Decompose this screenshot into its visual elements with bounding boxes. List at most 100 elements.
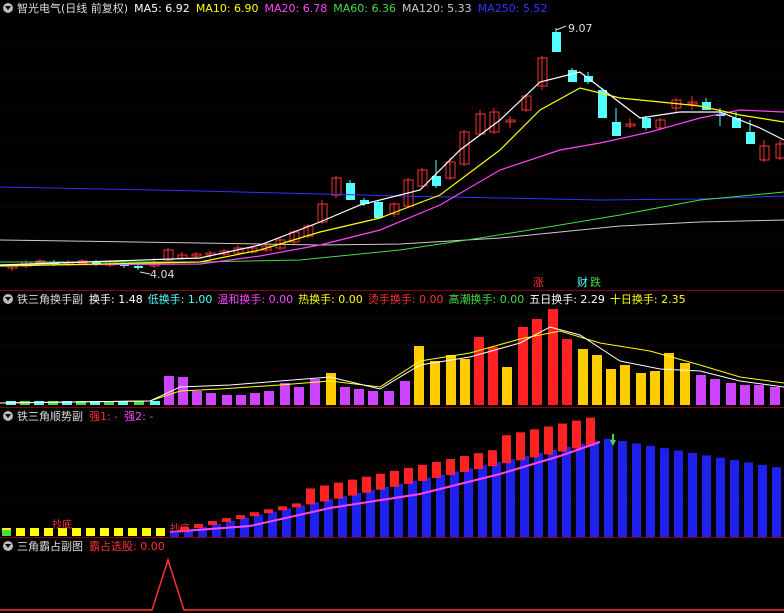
turnover-bar [192, 391, 202, 405]
turnover-header: 铁三角换手副 换手: 1.48 低换手: 1.00 温和换手: 0.00 热换手… [0, 291, 784, 307]
trend-bar [282, 508, 291, 537]
trend-bar [436, 474, 445, 537]
strength-bar [432, 461, 441, 478]
panel-menu-toggle-icon[interactable] [3, 294, 13, 304]
low-pointer [139, 271, 151, 275]
candle-body [374, 202, 383, 218]
tag-finance[interactable]: 财 [577, 274, 588, 290]
trend-bars-chart [0, 417, 784, 537]
panel-menu-toggle-icon[interactable] [3, 541, 13, 551]
trend-bar [338, 496, 347, 537]
turnover-bar [384, 391, 394, 405]
strength-bar [418, 464, 427, 481]
trend-bar [646, 445, 655, 537]
low-price-label: 4.04 [150, 268, 175, 281]
ma10-line [0, 87, 784, 267]
trend-bar [660, 448, 669, 537]
high-price-label: 9.07 [568, 22, 593, 35]
turnover-bar [414, 346, 424, 405]
turnover-bar [680, 363, 690, 405]
dominance-panel[interactable]: 三角霸占副图 霸占选股: 0.00 [0, 538, 784, 613]
strength-bar [306, 488, 315, 505]
trend-bar [548, 449, 557, 537]
strength-bar [446, 459, 455, 476]
strength-bar [502, 435, 511, 464]
dominance-value: 霸占选股: 0.00 [89, 540, 165, 553]
strength-bar [544, 426, 553, 455]
strength-bar [404, 467, 413, 484]
trend-panel[interactable]: 铁三角顺势副 强1: - 强2: - 抄底 抄底 [0, 408, 784, 537]
turnover-bar [650, 371, 660, 405]
turnover-bar [620, 365, 630, 405]
signal-square [114, 528, 123, 536]
tag-rise[interactable]: 涨 [533, 274, 544, 290]
strength2-label: 强2: - [124, 410, 154, 423]
burning-turnover: 烫手换手: 0.00 [367, 293, 444, 306]
signal-square [156, 528, 165, 536]
signal-square [100, 528, 109, 536]
main-chart-panel[interactable]: 智光电气(日线 前复权) MA5: 6.92 MA10: 6.90 MA20: … [0, 0, 784, 290]
panel-menu-toggle-icon[interactable] [3, 411, 13, 421]
ma250-line [0, 186, 784, 201]
turnover-bar [206, 393, 216, 405]
dominance-title: 三角霸占副图 [17, 540, 83, 553]
trend-title: 铁三角顺势副 [17, 410, 83, 423]
turnover-value: 换手: 1.48 [89, 293, 143, 306]
turnover-bar [548, 309, 558, 405]
turnover-bar [474, 337, 484, 405]
trend-bar [366, 489, 375, 537]
candle-body [642, 118, 651, 128]
turnover-bar [606, 369, 616, 405]
strength-bar [376, 473, 385, 490]
trend-bar [632, 443, 641, 537]
turnover-bar [150, 401, 160, 405]
turnover-bar [460, 359, 470, 405]
trend-bar [450, 471, 459, 537]
ma5-line [0, 71, 784, 266]
signal-square [2, 530, 11, 536]
signal-square [142, 528, 151, 536]
strength-bar [460, 456, 469, 473]
candle-body [702, 102, 711, 110]
signal-square [30, 528, 39, 536]
strength-bar [488, 450, 497, 467]
turnover-bar [294, 387, 304, 405]
candle-body [612, 122, 621, 136]
trend-bar [226, 520, 235, 537]
strength-bar [292, 503, 301, 508]
turnover-bar [740, 385, 750, 405]
turnover-bar [562, 339, 572, 405]
trend-bar [478, 465, 487, 537]
candle-body [134, 266, 143, 268]
ma60-line [0, 191, 784, 263]
trend-bar [562, 446, 571, 537]
low-turnover: 低换手: 1.00 [147, 293, 213, 306]
trend-bar [618, 441, 627, 537]
five-day-turnover: 五日换手: 2.29 [529, 293, 605, 306]
turnover-title: 铁三角换手副 [17, 293, 83, 306]
turnover-panel[interactable]: 铁三角换手副 换手: 1.48 低换手: 1.00 温和换手: 0.00 热换手… [0, 291, 784, 407]
strength-bar [334, 482, 343, 499]
trend-bar [688, 452, 697, 537]
turnover-bar [488, 347, 498, 405]
dominance-line [0, 557, 784, 611]
strength-bar [222, 518, 231, 523]
turnover-bar [250, 393, 260, 405]
candle-body [432, 176, 441, 186]
strength-bar [264, 509, 273, 514]
trend-bar [296, 505, 305, 537]
strength-bar [236, 515, 245, 520]
turnover-bar [578, 349, 588, 405]
trend-bar [268, 511, 277, 537]
mild-turnover: 温和换手: 0.00 [217, 293, 294, 306]
turnover-bar [236, 395, 246, 405]
trend-bar [758, 464, 767, 537]
trend-bar [702, 455, 711, 537]
turnover-bar [754, 385, 764, 405]
candle-body [568, 70, 577, 82]
strength-bar [208, 521, 217, 526]
strength-bar [320, 485, 329, 502]
strength-bar [278, 506, 287, 511]
trend-bar [674, 450, 683, 537]
tag-fall[interactable]: 跌 [590, 274, 601, 290]
